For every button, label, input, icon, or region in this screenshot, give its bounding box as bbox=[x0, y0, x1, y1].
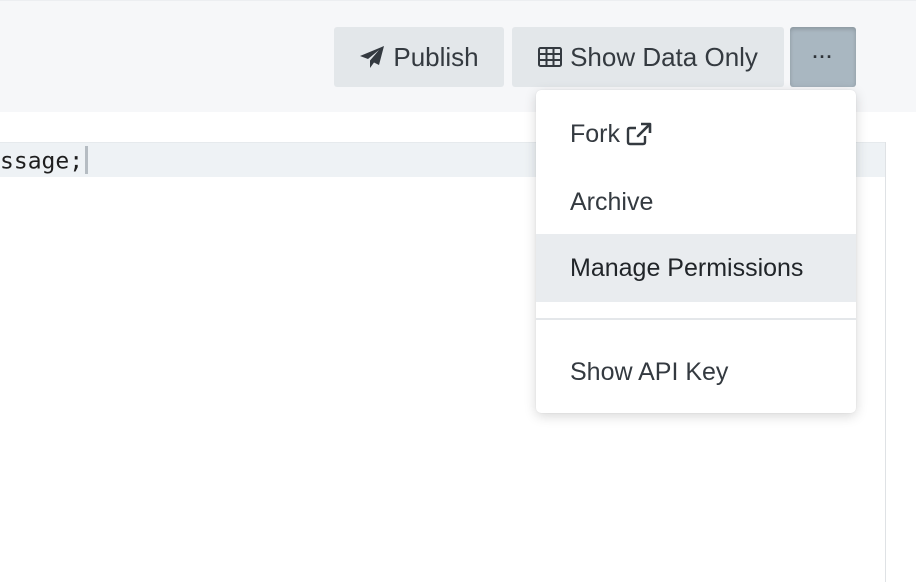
ellipsis-icon: ··· bbox=[812, 46, 834, 67]
menu-item-manage-permissions[interactable]: Manage Permissions bbox=[536, 234, 856, 302]
menu-item-archive[interactable]: Archive bbox=[536, 168, 856, 236]
menu-divider bbox=[536, 318, 856, 320]
code-fragment: ssage; bbox=[0, 148, 84, 175]
menu-item-label: Fork bbox=[570, 119, 620, 148]
menu-item-fork[interactable]: Fork bbox=[536, 100, 856, 168]
paper-plane-icon bbox=[359, 45, 385, 69]
show-data-only-label: Show Data Only bbox=[570, 41, 758, 72]
code-text: ssage; bbox=[0, 146, 89, 176]
more-options-button[interactable]: ··· bbox=[790, 27, 856, 87]
more-options-dropdown: Fork Archive Manage Permissions Show API… bbox=[536, 90, 856, 413]
menu-item-label: Manage Permissions bbox=[570, 253, 804, 282]
table-icon bbox=[538, 47, 563, 67]
external-link-icon bbox=[626, 122, 652, 146]
show-data-only-button[interactable]: Show Data Only bbox=[512, 27, 784, 87]
publish-label: Publish bbox=[393, 41, 479, 72]
text-cursor bbox=[85, 146, 89, 174]
publish-button[interactable]: Publish bbox=[334, 27, 504, 87]
menu-item-show-api-key[interactable]: Show API Key bbox=[536, 338, 856, 406]
menu-item-label: Archive bbox=[570, 187, 654, 216]
menu-item-label: Show API Key bbox=[570, 357, 729, 386]
